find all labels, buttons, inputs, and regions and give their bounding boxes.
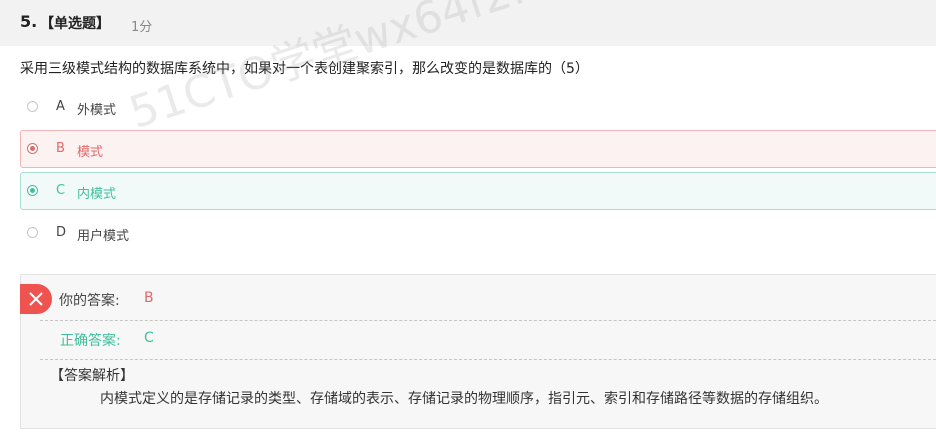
wrong-badge [20, 284, 52, 314]
option-text: 内模式 [77, 187, 117, 202]
close-icon [29, 292, 43, 306]
option-letter: D [56, 225, 67, 240]
question-stem: 采用三级模式结构的数据库系统中，如果对一个表创建聚索引，那么改变的是数据库的（5… [20, 61, 589, 77]
option-d[interactable]: D 用户模式 [20, 214, 936, 252]
option-letter: C [56, 183, 66, 198]
radio-selected-icon[interactable] [27, 143, 38, 154]
question-number: 5. [20, 12, 38, 31]
option-c[interactable]: C 内模式 [20, 172, 936, 210]
correct-answer-label: 正确答案: [60, 333, 121, 349]
your-answer-label: 你的答案: [59, 293, 120, 309]
option-letter: A [56, 99, 65, 114]
question-type: 【单选题】 [40, 16, 110, 32]
question-header: 5. 【单选题】 1分 [0, 0, 936, 46]
radio-icon[interactable] [27, 101, 38, 112]
option-letter: B [56, 141, 65, 156]
divider [40, 320, 936, 321]
option-text: 模式 [77, 145, 104, 160]
option-text: 外模式 [77, 103, 117, 118]
option-text: 用户模式 [77, 229, 130, 244]
your-answer-value: B [144, 290, 154, 306]
divider [40, 359, 936, 360]
option-a[interactable]: A 外模式 [20, 88, 936, 126]
question-score: 1分 [131, 20, 153, 35]
analysis-text: 内模式定义的是存储记录的类型、存储域的表示、存储记录的物理顺序，指引元、索引和存… [100, 391, 828, 407]
correct-answer-value: C [144, 330, 154, 346]
radio-correct-icon[interactable] [27, 185, 38, 196]
analysis-title: 【答案解析】 [50, 368, 134, 384]
option-b[interactable]: B 模式 [20, 130, 936, 168]
radio-icon[interactable] [27, 227, 38, 238]
